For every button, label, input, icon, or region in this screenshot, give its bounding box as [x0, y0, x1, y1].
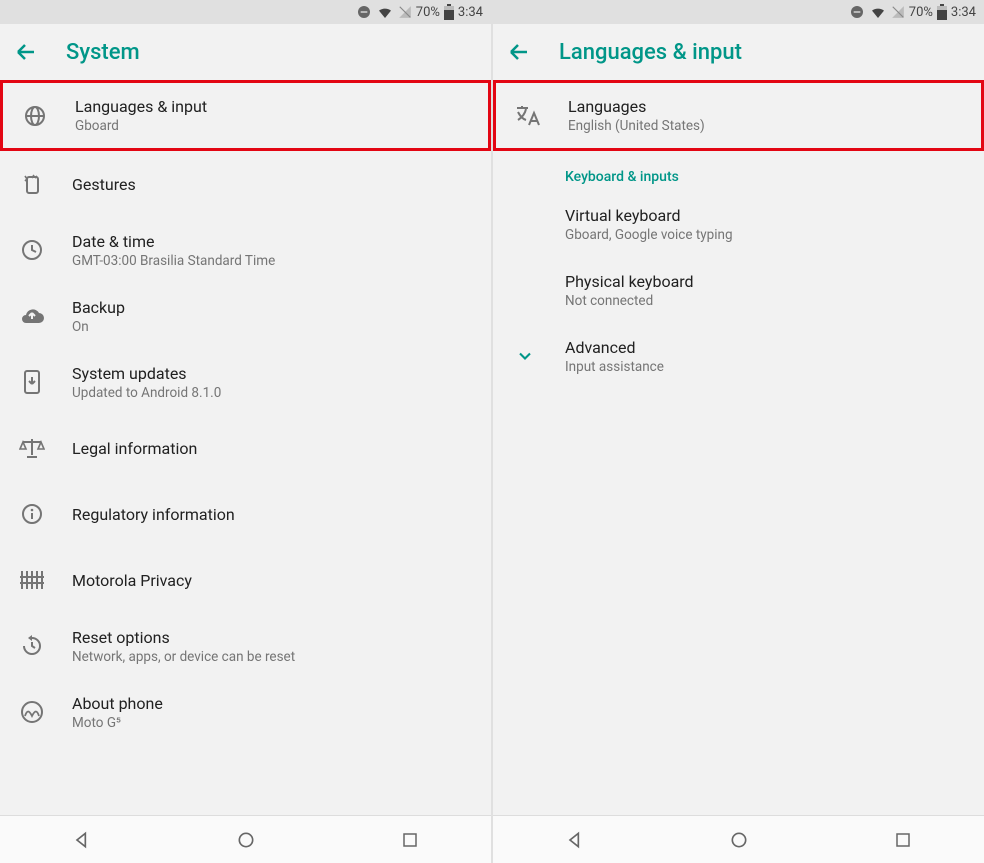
wifi-icon — [376, 4, 394, 20]
status-bar: 70% 3:34 — [493, 0, 984, 24]
item-title: Virtual keyboard — [565, 206, 966, 225]
app-bar: Languages & input — [493, 24, 984, 80]
legal-icon — [18, 437, 46, 459]
reset-icon — [18, 634, 46, 658]
item-title: Regulatory information — [72, 505, 473, 524]
item-sub: Moto G⁵ — [72, 715, 473, 731]
item-gestures[interactable]: Gestures — [0, 151, 491, 217]
item-languages-input[interactable]: Languages & input Gboard — [0, 80, 491, 151]
item-title: Date & time — [72, 232, 473, 251]
back-button[interactable] — [507, 40, 531, 64]
item-sub: Input assistance — [565, 359, 966, 375]
item-sub: GMT-03:00 Brasilia Standard Time — [72, 253, 473, 269]
globe-icon — [21, 104, 49, 128]
item-title: About phone — [72, 694, 473, 713]
navigation-bar — [0, 815, 491, 863]
item-title: Gestures — [72, 175, 473, 194]
item-title: Motorola Privacy — [72, 571, 473, 590]
nav-back[interactable] — [565, 830, 585, 850]
wifi-icon — [869, 4, 887, 20]
page-title: System — [66, 40, 140, 65]
clock-icon — [18, 238, 46, 262]
navigation-bar — [493, 815, 984, 863]
settings-list: Languages & input Gboard Gestures Date & … — [0, 80, 491, 815]
back-button[interactable] — [14, 40, 38, 64]
page-title: Languages & input — [559, 40, 742, 65]
item-sub: Not connected — [565, 293, 966, 309]
nav-recent[interactable] — [401, 831, 419, 849]
moto-icon — [18, 700, 46, 724]
right-screen: 70% 3:34 Languages & input Languages Engl… — [493, 0, 984, 863]
translate-icon — [514, 104, 542, 128]
chevron-down-icon — [511, 346, 539, 366]
item-title: Physical keyboard — [565, 272, 966, 291]
update-icon — [18, 369, 46, 395]
item-title: System updates — [72, 364, 473, 383]
item-title: Languages — [568, 97, 963, 116]
item-system-updates[interactable]: System updates Updated to Android 8.1.0 — [0, 349, 491, 415]
item-date-time[interactable]: Date & time GMT-03:00 Brasilia Standard T… — [0, 217, 491, 283]
left-screen: 70% 3:34 System Languages & input Gboard … — [0, 0, 491, 863]
battery-text: 70% — [909, 5, 933, 20]
item-sub: Updated to Android 8.1.0 — [72, 385, 473, 401]
settings-list: Languages English (United States) Keyboar… — [493, 80, 984, 815]
item-motorola-privacy[interactable]: Motorola Privacy — [0, 547, 491, 613]
info-icon — [18, 502, 46, 526]
no-signal-icon — [398, 5, 412, 19]
gesture-icon — [18, 172, 46, 196]
battery-icon — [937, 4, 947, 20]
nav-recent[interactable] — [894, 831, 912, 849]
item-title: Languages & input — [75, 97, 470, 116]
item-legal[interactable]: Legal information — [0, 415, 491, 481]
privacy-icon — [18, 569, 46, 591]
item-sub: Gboard, Google voice typing — [565, 227, 966, 243]
item-reset[interactable]: Reset options Network, apps, or device ca… — [0, 613, 491, 679]
item-title: Advanced — [565, 338, 966, 357]
battery-text: 70% — [416, 5, 440, 20]
clock-text: 3:34 — [458, 5, 483, 20]
status-bar: 70% 3:34 — [0, 0, 491, 24]
item-sub: On — [72, 319, 473, 335]
item-title: Backup — [72, 298, 473, 317]
battery-icon — [444, 4, 454, 20]
backup-icon — [18, 306, 46, 326]
nav-back[interactable] — [72, 830, 92, 850]
item-advanced[interactable]: Advanced Input assistance — [493, 323, 984, 389]
item-languages[interactable]: Languages English (United States) — [493, 80, 984, 151]
item-sub: English (United States) — [568, 118, 963, 134]
section-keyboard-inputs: Keyboard & inputs — [493, 151, 984, 191]
item-regulatory[interactable]: Regulatory information — [0, 481, 491, 547]
nav-home[interactable] — [236, 830, 256, 850]
item-physical-keyboard[interactable]: Physical keyboard Not connected — [493, 257, 984, 323]
item-backup[interactable]: Backup On — [0, 283, 491, 349]
item-sub: Gboard — [75, 118, 470, 134]
dnd-icon — [356, 4, 372, 20]
item-virtual-keyboard[interactable]: Virtual keyboard Gboard, Google voice typ… — [493, 191, 984, 257]
dnd-icon — [849, 4, 865, 20]
item-title: Reset options — [72, 628, 473, 647]
item-sub: Network, apps, or device can be reset — [72, 649, 473, 665]
item-about-phone[interactable]: About phone Moto G⁵ — [0, 679, 491, 745]
item-title: Legal information — [72, 439, 473, 458]
no-signal-icon — [891, 5, 905, 19]
app-bar: System — [0, 24, 491, 80]
clock-text: 3:34 — [951, 5, 976, 20]
nav-home[interactable] — [729, 830, 749, 850]
